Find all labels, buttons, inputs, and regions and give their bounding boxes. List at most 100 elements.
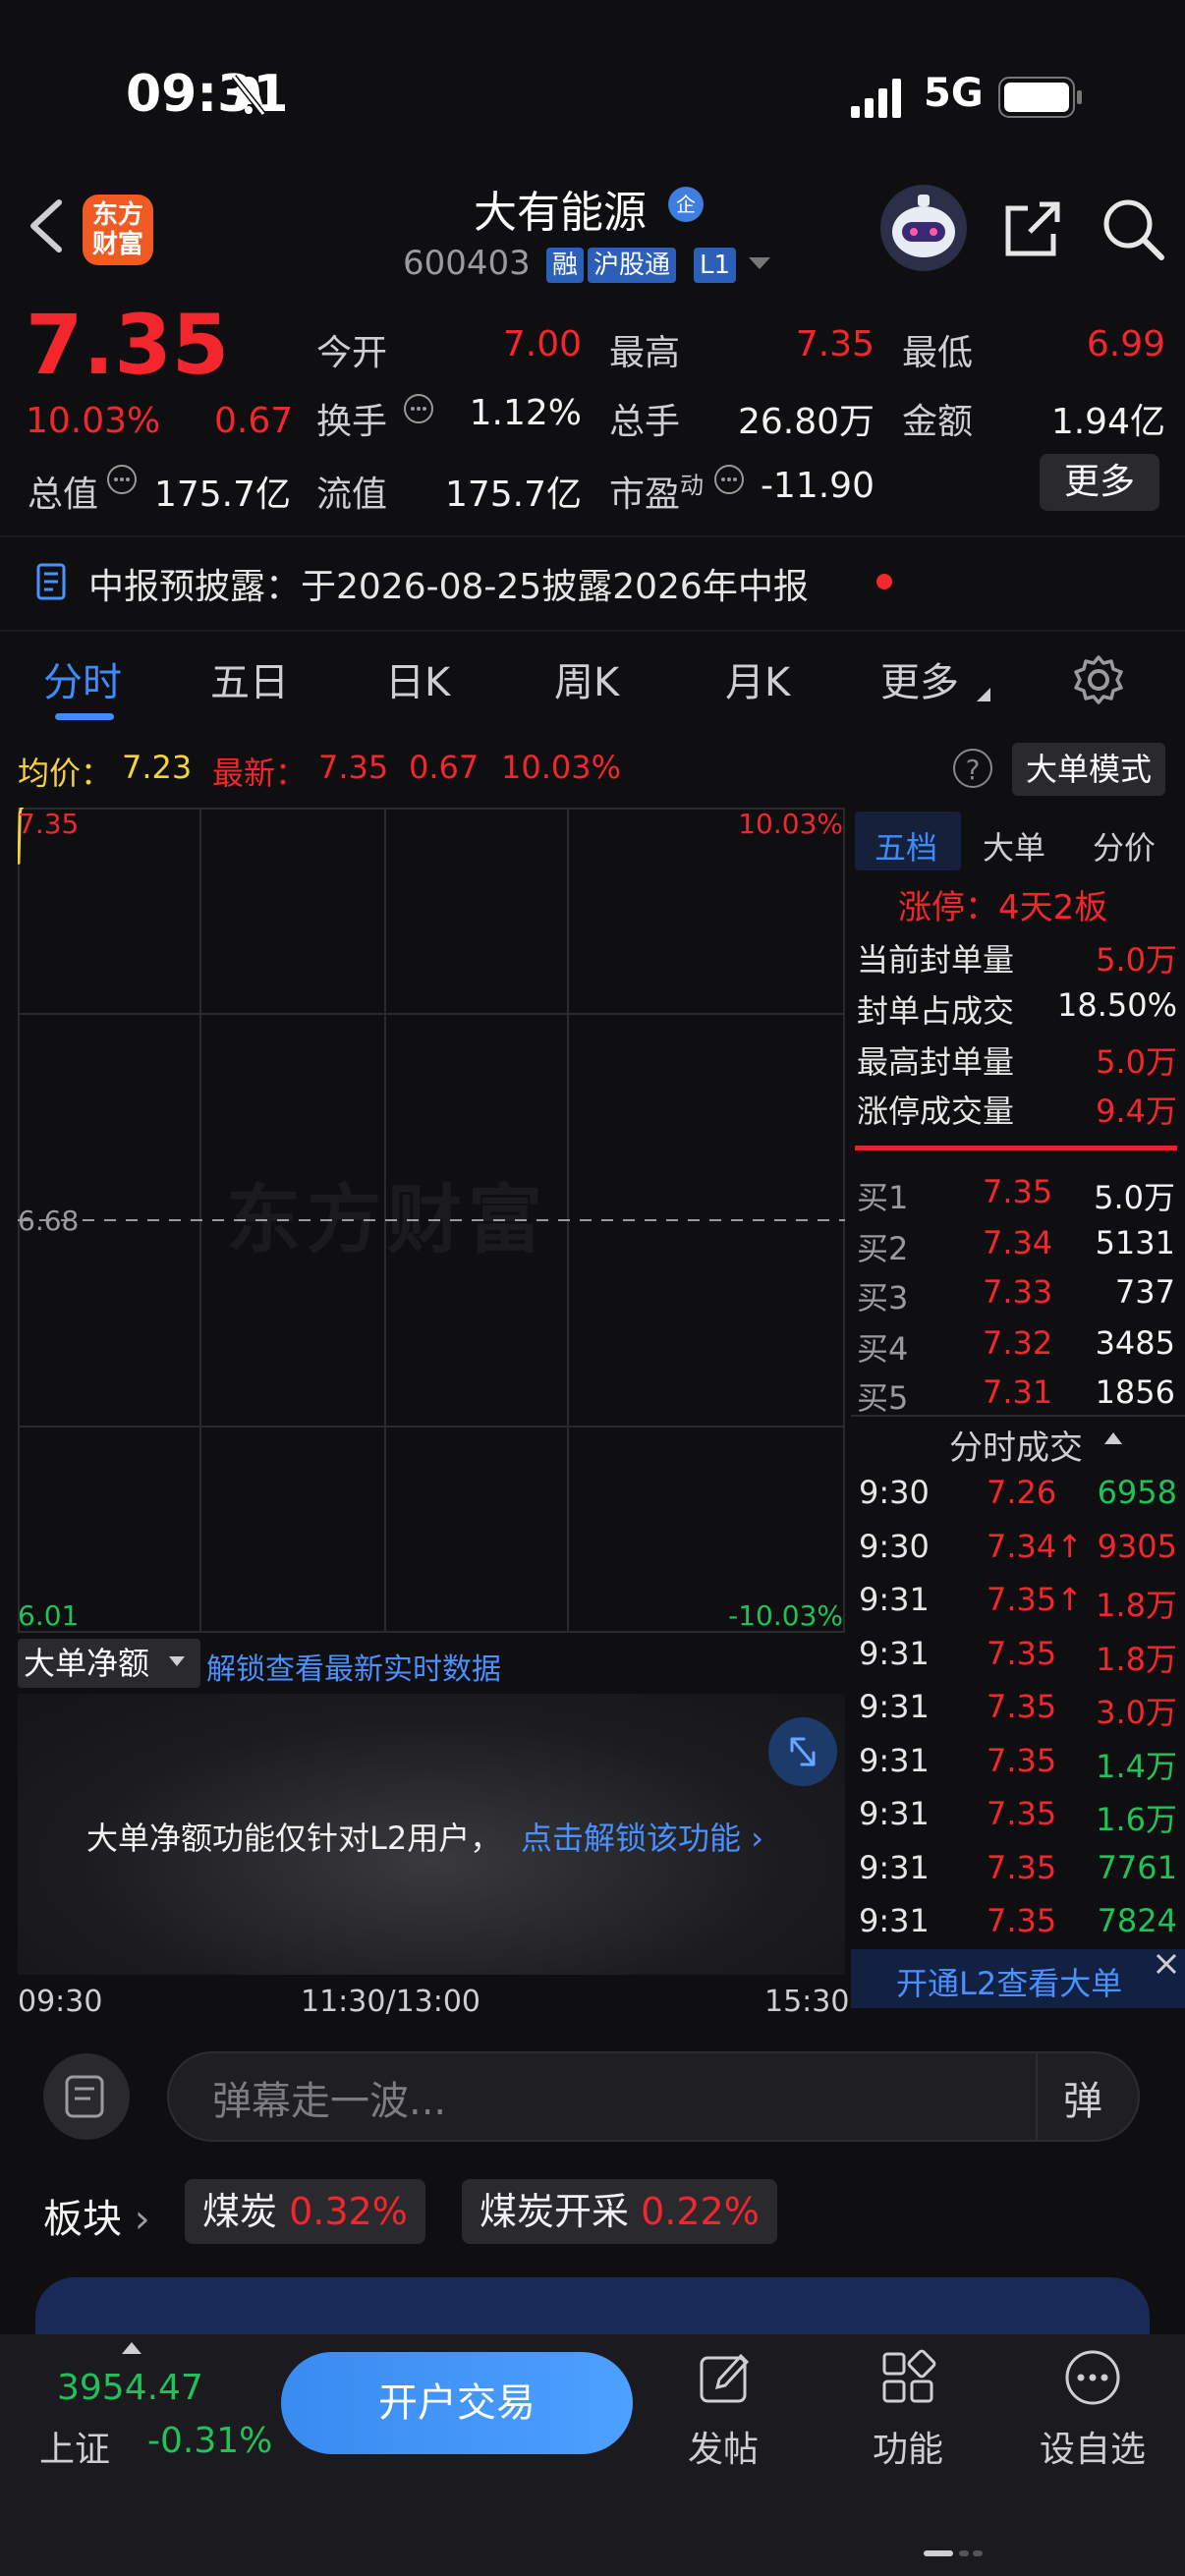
more-button[interactable]: 更多 — [1040, 454, 1159, 511]
stat-label: 当前封单量 — [857, 941, 1015, 979]
bid-price: 7.32 — [983, 1324, 1053, 1362]
tab-weekly-k[interactable]: 周K — [554, 650, 619, 707]
enterprise-badge: 企 — [668, 187, 704, 222]
tick-time: 9:31 — [859, 1795, 930, 1832]
tick-price: 7.35 — [987, 1795, 1057, 1832]
expand-button[interactable] — [768, 1717, 837, 1786]
stat-label: 涨停成交量 — [857, 1092, 1015, 1130]
tick-volume: 9305 — [1097, 1528, 1177, 1565]
pe-value: -11.90 — [760, 466, 875, 506]
avg-price-value: 7.23 — [122, 749, 193, 786]
tick-volume: 3.0万 — [1096, 1694, 1177, 1731]
x-tick-open: 09:30 — [18, 1985, 103, 2019]
float-cap-value: 175.7亿 — [444, 475, 582, 515]
tab-five-levels[interactable]: 五档 — [875, 823, 937, 868]
tab-big-orders[interactable]: 大单 — [983, 823, 1045, 868]
expand-icon — [790, 1737, 816, 1766]
function-label[interactable]: 功能 — [873, 2421, 943, 2472]
page-dots-indicator — [924, 2550, 983, 2556]
tick-price: 7.35 — [987, 1742, 1057, 1779]
sector-pct: 0.32% — [289, 2190, 408, 2233]
tick-price: 7.35 — [987, 1635, 1057, 1672]
info-dots-icon[interactable] — [403, 393, 434, 424]
index-name[interactable]: 上证 — [39, 2421, 110, 2472]
notice-text: 中报预披露：于2026-08-25披露2026年中报 — [88, 567, 809, 607]
y-tick-bottom: 6.01 — [18, 1599, 79, 1632]
document-icon — [36, 563, 66, 600]
danmaku-toggle[interactable]: 弹 — [1036, 2051, 1142, 2142]
ticks-title[interactable]: 分时成交 — [949, 1421, 1083, 1469]
big-order-mode-button[interactable]: 大单模式 — [1012, 743, 1165, 796]
help-icon[interactable]: ? — [953, 749, 992, 788]
signal-icon — [851, 79, 901, 118]
x-tick-midday: 11:30/13:00 — [301, 1985, 481, 2019]
index-pct[interactable]: -0.31% — [147, 2421, 272, 2461]
bid-level-label: 买2 — [857, 1230, 909, 1267]
more-dots-icon[interactable] — [1063, 2348, 1122, 2407]
danmaku-placeholder: 弹幕走一波... — [212, 2079, 447, 2124]
sector-label-text: 板块 — [43, 2197, 122, 2242]
chevron-right-icon: › — [134, 2197, 150, 2242]
limit-divider — [855, 1146, 1177, 1150]
y-tick-top: 7.35 — [18, 808, 79, 840]
l2-upgrade-text[interactable]: 开通L2查看大单 — [896, 1959, 1122, 2004]
watermark: 东方财富 — [226, 1176, 548, 1263]
latest-change: 0.67 — [409, 749, 480, 786]
latest-pct: 10.03% — [501, 749, 622, 786]
assistant-avatar[interactable] — [880, 185, 967, 271]
index-value[interactable]: 3954.47 — [57, 2368, 203, 2408]
post-icon[interactable] — [696, 2348, 755, 2407]
collapse-caret-icon[interactable] — [1104, 1432, 1122, 1446]
tab-five-day[interactable]: 五日 — [210, 650, 289, 707]
comment-list-button[interactable] — [43, 2053, 130, 2140]
tab-price-dist[interactable]: 分价 — [1093, 823, 1156, 868]
grid-icon[interactable] — [878, 2348, 937, 2407]
pe-label-sup: 动 — [680, 472, 705, 499]
search-icon[interactable] — [1100, 196, 1165, 261]
stock-code: 600403 — [403, 244, 531, 283]
post-label[interactable]: 发帖 — [688, 2421, 759, 2472]
tab-more[interactable]: 更多 — [880, 650, 959, 707]
gear-icon[interactable] — [1073, 654, 1124, 705]
open-label: 今开 — [316, 333, 388, 373]
active-tab-indicator — [55, 713, 114, 720]
y-tick-right-bottom: -10.03% — [728, 1599, 843, 1632]
sector-chip[interactable]: 煤炭开采 0.22% — [462, 2179, 777, 2244]
tab-daily-k[interactable]: 日K — [385, 650, 450, 707]
unlock-feature-link[interactable]: 点击解锁该功能 › — [521, 1814, 763, 1859]
big-net-label: 大单净额 — [24, 1645, 150, 1682]
limit-up-title: 涨停：4天2板 — [898, 888, 1108, 927]
info-dots-icon[interactable] — [713, 464, 745, 495]
bid-level-label: 买3 — [857, 1279, 909, 1316]
price-change: 0.67 — [214, 401, 294, 441]
market-cap-label: 总值 — [28, 475, 99, 515]
open-account-trade-button[interactable]: 开户交易 — [281, 2352, 633, 2454]
tick-volume: 1.6万 — [1096, 1801, 1177, 1838]
corner-caret-icon — [977, 688, 990, 701]
latest-price-label: 最新： — [212, 755, 308, 792]
tick-volume: 6958 — [1097, 1474, 1177, 1511]
turnover-value: 1.12% — [469, 393, 582, 433]
tick-price: 7.35 — [987, 1688, 1057, 1725]
info-dots-icon[interactable] — [106, 464, 138, 495]
share-icon[interactable] — [1000, 196, 1065, 261]
amount-label: 金额 — [902, 402, 974, 442]
sector-label[interactable]: 板块 › — [43, 2187, 150, 2244]
bid-price: 7.34 — [983, 1224, 1053, 1261]
tab-intraday[interactable]: 分时 — [43, 650, 122, 707]
back-arrow-icon[interactable] — [24, 196, 73, 255]
close-icon[interactable] — [1150, 1947, 1183, 1981]
unlock-feature-text: 点击解锁该功能 — [521, 1820, 742, 1857]
bid-volume: 5.0万 — [1094, 1179, 1175, 1216]
sector-chip[interactable]: 煤炭 0.32% — [185, 2179, 425, 2244]
up-caret-icon[interactable] — [122, 2342, 141, 2356]
current-price: 7.35 — [26, 297, 230, 393]
low-value: 6.99 — [1086, 324, 1165, 364]
unread-dot — [876, 574, 892, 589]
dropdown-caret-icon[interactable] — [749, 257, 770, 271]
watchlist-label[interactable]: 设自选 — [1040, 2421, 1146, 2472]
tab-monthly-k[interactable]: 月K — [725, 650, 790, 707]
stat-label: 最高封单量 — [857, 1043, 1015, 1081]
tick-price: 7.35 — [987, 1849, 1057, 1886]
unlock-realtime-link[interactable]: 解锁查看最新实时数据 — [206, 1645, 501, 1688]
